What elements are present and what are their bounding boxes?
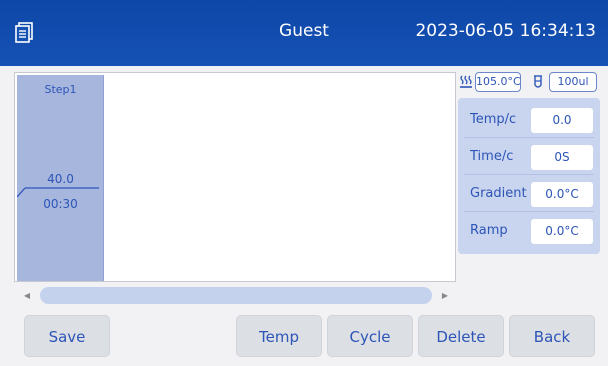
back-button[interactable]: Back <box>509 315 595 357</box>
date-time: 2023-06-05 16:34:13 <box>415 21 596 41</box>
tube-icon <box>534 75 542 88</box>
param-row-gradient: Gradient 0.0°C <box>458 176 600 212</box>
step-title: Step1 <box>44 83 77 96</box>
lid-temperature-badge: 105.0°C <box>475 72 521 92</box>
cycle-button[interactable]: Cycle <box>327 315 413 357</box>
delete-button[interactable]: Delete <box>418 315 504 357</box>
header-bar: Guest 2023-06-05 16:34:13 <box>0 0 608 66</box>
temp-button[interactable]: Temp <box>236 315 322 357</box>
param-label: Gradient <box>470 186 527 201</box>
param-label: Ramp <box>470 223 508 238</box>
param-label: Temp/c <box>470 112 517 127</box>
horizontal-scrollbar[interactable]: ◀ ▶ <box>14 284 456 308</box>
volume-badge: 100ul <box>549 72 597 92</box>
heated-lid-icon <box>460 75 472 88</box>
scrollbar-thumb[interactable] <box>40 287 432 304</box>
param-row-time: Time/c 0S <box>458 139 600 175</box>
param-row-temp: Temp/c 0.0 <box>458 102 600 138</box>
scroll-right-icon[interactable]: ▶ <box>438 290 452 302</box>
scroll-left-icon[interactable]: ◀ <box>20 290 34 302</box>
param-row-ramp: Ramp 0.0°C <box>458 213 600 249</box>
param-label: Time/c <box>470 149 514 164</box>
divider <box>464 137 594 138</box>
program-editor[interactable]: Step1 40.0 00:30 <box>14 72 456 282</box>
gradient-field[interactable]: 0.0°C <box>531 182 593 207</box>
status-badges: 105.0°C 100ul <box>458 72 604 94</box>
divider <box>464 174 594 175</box>
time-per-cycle-field[interactable]: 0S <box>531 145 593 170</box>
save-button[interactable]: Save <box>24 315 110 357</box>
step-parameters-panel: Temp/c 0.0 Time/c 0S Gradient 0.0°C Ramp… <box>458 98 600 254</box>
step-time[interactable]: 00:30 <box>17 197 104 211</box>
temp-per-cycle-field[interactable]: 0.0 <box>531 108 593 133</box>
divider <box>464 211 594 212</box>
ramp-field[interactable]: 0.0°C <box>531 219 593 244</box>
step-column[interactable]: Step1 40.0 00:30 <box>17 75 104 281</box>
